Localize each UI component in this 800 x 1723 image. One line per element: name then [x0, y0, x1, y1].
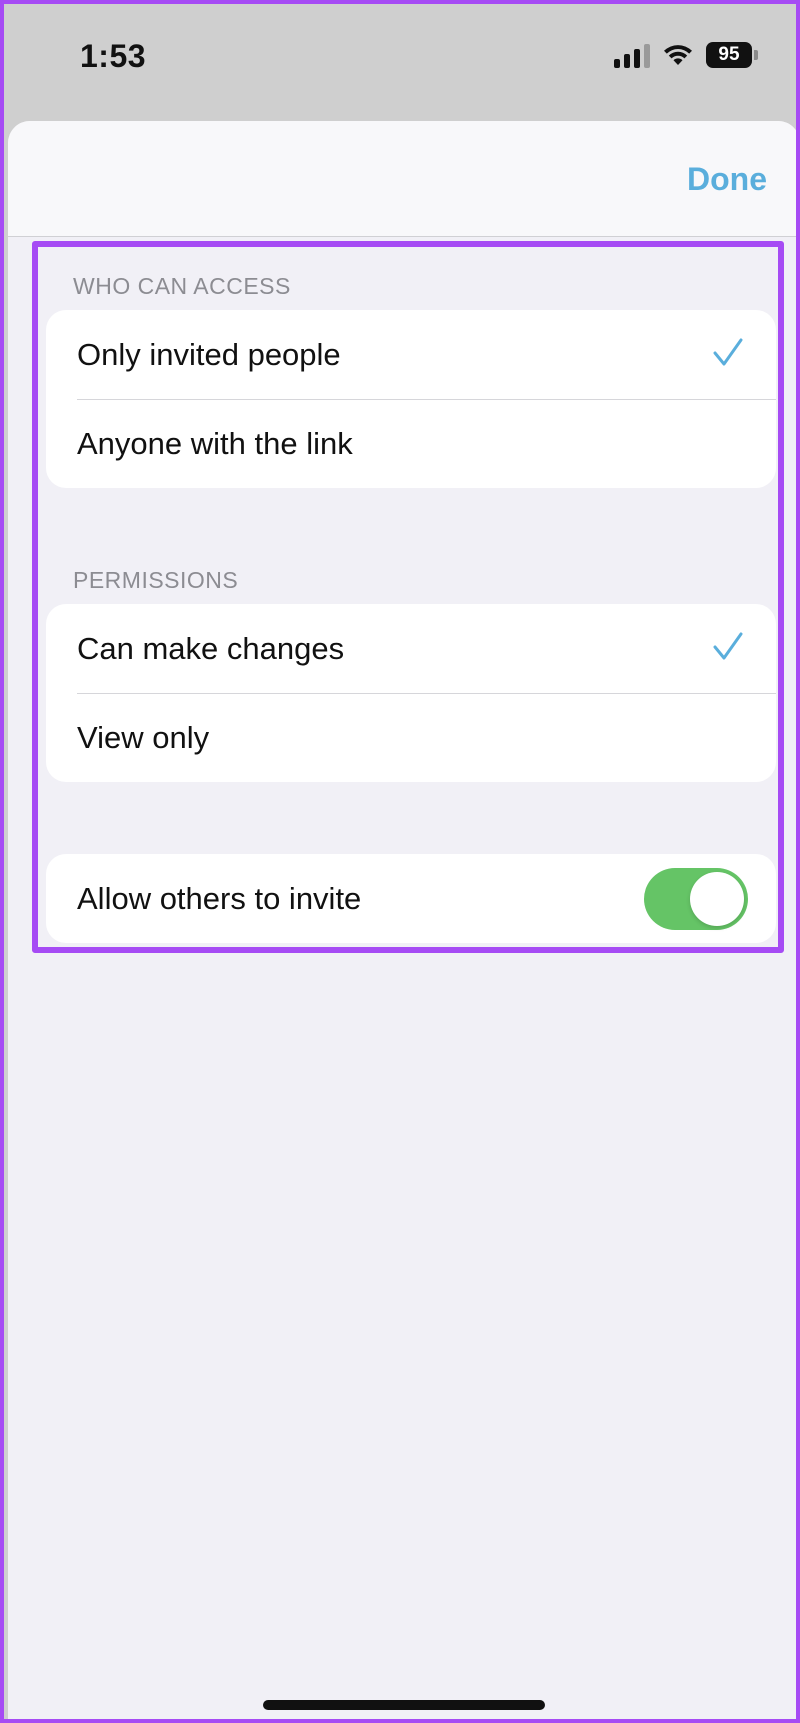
checkmark-icon	[712, 336, 744, 376]
option-only-invited-people[interactable]: Only invited people	[46, 310, 776, 399]
invite-group: Allow others to invite	[46, 854, 776, 943]
who-can-access-header: WHO CAN ACCESS	[73, 273, 291, 299]
home-indicator[interactable]	[263, 1700, 545, 1710]
status-icons: 95	[614, 42, 758, 68]
permissions-group: Can make changes View only	[46, 604, 776, 782]
toggle-knob	[690, 872, 744, 926]
option-can-make-changes[interactable]: Can make changes	[46, 604, 776, 693]
cellular-signal-icon	[614, 42, 650, 68]
allow-others-toggle[interactable]	[644, 868, 748, 930]
battery-icon: 95	[706, 42, 758, 68]
done-button[interactable]: Done	[687, 161, 767, 198]
allow-others-to-invite-row: Allow others to invite	[46, 854, 776, 943]
share-options-sheet: Done WHO CAN ACCESS Only invited people …	[8, 121, 796, 1719]
screen: 1:53 95 Done WHO CAN ACCESS Only invited…	[0, 0, 800, 1723]
option-label: Can make changes	[77, 630, 345, 666]
highlighted-settings: WHO CAN ACCESS Only invited people Anyon…	[32, 241, 784, 953]
option-label: View only	[77, 719, 210, 755]
who-can-access-group: Only invited people Anyone with the link	[46, 310, 776, 488]
battery-level: 95	[706, 42, 752, 68]
status-time: 1:53	[80, 38, 147, 74]
option-anyone-with-link[interactable]: Anyone with the link	[46, 399, 776, 488]
option-label: Only invited people	[77, 336, 341, 372]
wifi-icon	[662, 43, 694, 67]
status-bar: 1:53 95	[4, 4, 796, 114]
permissions-header: PERMISSIONS	[73, 567, 239, 593]
allow-others-label: Allow others to invite	[77, 880, 362, 916]
option-label: Anyone with the link	[77, 425, 353, 461]
checkmark-icon	[712, 630, 744, 670]
sheet-header: Done	[8, 121, 796, 237]
option-view-only[interactable]: View only	[46, 693, 776, 782]
